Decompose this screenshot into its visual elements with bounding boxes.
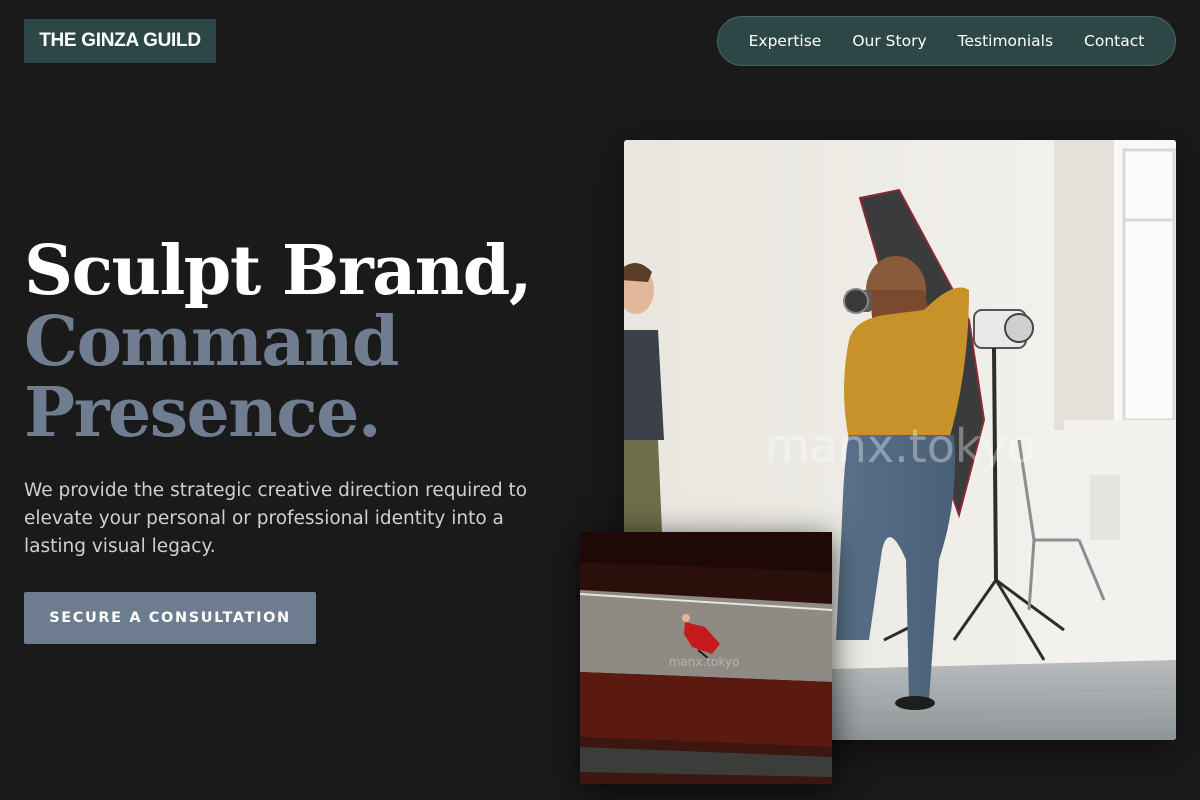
nav-item-our-story[interactable]: Our Story: [852, 32, 926, 50]
dancer-photo-illustration: manx.tokyo: [580, 532, 832, 784]
nav-item-contact[interactable]: Contact: [1084, 32, 1144, 50]
secure-consultation-button[interactable]: SECURE A CONSULTATION: [24, 592, 316, 644]
hero-headline: Sculpt Brand, Command Presence.: [24, 231, 532, 453]
small-photo-watermark: manx.tokyo: [669, 655, 740, 669]
dancer-photo: manx.tokyo: [580, 532, 832, 784]
headline-line-1: Sculpt Brand,: [24, 231, 532, 311]
nav-item-testimonials[interactable]: Testimonials: [958, 32, 1053, 50]
headline-line-3: Presence.: [24, 373, 382, 453]
hero-subtext: We provide the strategic creative direct…: [24, 480, 528, 557]
main-photo-watermark: manx.tokyo: [765, 419, 1036, 473]
headline-line-2: Command: [24, 302, 399, 382]
main-nav: Expertise Our Story Testimonials Contact: [717, 16, 1176, 66]
brand-logo[interactable]: THE GINZA GUILD: [24, 19, 216, 63]
nav-item-expertise[interactable]: Expertise: [749, 32, 822, 50]
